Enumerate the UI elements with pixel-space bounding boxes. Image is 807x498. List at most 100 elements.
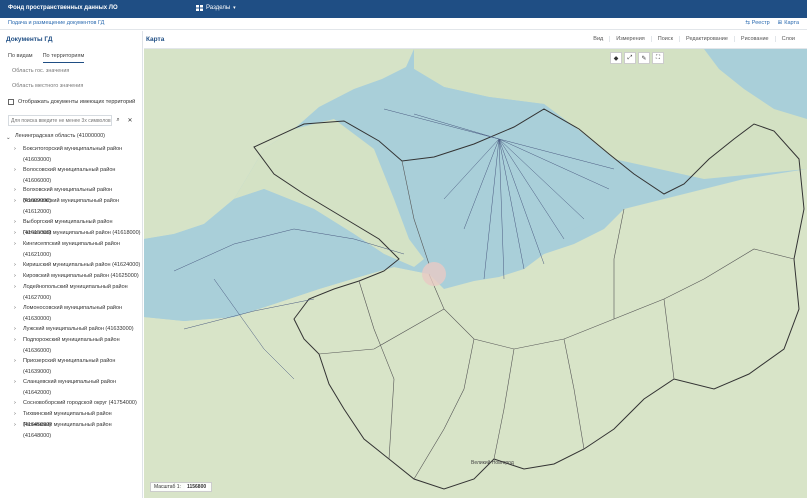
submission-link[interactable]: Подача и размещение документов ГД [8, 20, 104, 26]
registry-link[interactable]: ⇆ Реестр [745, 20, 769, 26]
map-title: Карта [146, 36, 165, 43]
tree-item-label: Лужский муниципальный район (41633000) [23, 326, 134, 332]
chevron-right-icon[interactable]: › [14, 398, 19, 409]
tree-item[interactable]: › Волосовский муниципальный район (416060… [14, 165, 141, 186]
sidebar-title: Документы ГД [6, 36, 53, 43]
map-canvas[interactable]: ◆ ⤢ ✎ ⛶ Великий Новгород Масштаб 1: 1156… [144, 49, 807, 498]
tree-item-label: Бокситогорский муниципальный район (4160… [23, 146, 123, 163]
draw-button[interactable]: ✎ [638, 52, 650, 64]
chevron-right-icon[interactable]: › [14, 260, 19, 271]
caret-down-icon: ▾ [233, 5, 236, 11]
chevron-right-icon[interactable]: › [14, 282, 19, 303]
chevron-right-icon[interactable]: › [14, 356, 19, 377]
tree-item-label: Ломоносовский муниципальный район (41630… [23, 305, 123, 322]
tree-item-label: Кировский муниципальный район (41625000) [23, 273, 139, 279]
chevron-right-icon[interactable]: › [14, 196, 19, 217]
tree-item-label: Приозерский муниципальный район (4163900… [23, 358, 116, 375]
tree-item[interactable]: › Киришский муниципальный район (41624000… [14, 260, 141, 271]
scale-value[interactable]: 1156800 [184, 484, 209, 490]
top-bar: Фонд пространственных данных ЛО Разделы … [0, 0, 807, 18]
tab-by-territory[interactable]: По территориям [42, 53, 85, 63]
tree-root[interactable]: ⌄ Ленинградская область (41000000) [6, 133, 105, 144]
checkbox-label: Отображать документы имеющих территорий [18, 99, 136, 105]
search-button[interactable]: ⌕ [112, 115, 124, 126]
tree-item-label: Тосненский муниципальный район (41648000… [23, 422, 112, 439]
map-graphic [144, 49, 807, 498]
tree-item[interactable]: › Гатчинский муниципальный район (4161800… [14, 228, 141, 239]
tree-item[interactable]: › Подпорожский муниципальный район (41636… [14, 335, 141, 356]
registry-label: Реестр [751, 20, 770, 26]
show-documents-checkbox-row[interactable]: Отображать документы имеющих территорий [8, 99, 135, 105]
map-link[interactable]: ⊞ Карта [778, 20, 799, 26]
city-spb [422, 262, 446, 286]
place-label: Великий Новгород [471, 460, 514, 466]
chevron-right-icon[interactable]: › [14, 271, 19, 282]
chevron-right-icon[interactable]: › [14, 303, 19, 324]
map-icon: ⊞ [777, 20, 783, 26]
tool-search[interactable]: Поиск [650, 36, 679, 42]
ruler-icon: ⤢ [627, 54, 633, 61]
app-title[interactable]: Фонд пространственных данных ЛО [8, 5, 118, 11]
chevron-right-icon[interactable]: › [14, 228, 19, 239]
map-header: Карта Вид Измерения Поиск Редактирование… [144, 31, 807, 49]
sections-label: Разделы [206, 5, 231, 11]
chevron-right-icon[interactable]: › [14, 239, 19, 260]
tree-item[interactable]: › Приозерский муниципальный район (416390… [14, 356, 141, 377]
measure-button[interactable]: ⤢ [624, 52, 636, 64]
chevron-right-icon[interactable]: › [14, 324, 19, 335]
tree-item-label: Гатчинский муниципальный район (41618000… [23, 230, 141, 236]
tool-layers[interactable]: Слои [774, 36, 801, 42]
search-icon: ⌕ [116, 117, 120, 123]
tree-item-label: Всеволожский муниципальный район (416120… [23, 198, 119, 215]
close-icon: ✕ [127, 118, 133, 124]
tree-item[interactable]: › Кировский муниципальный район (41625000… [14, 271, 141, 282]
sections-menu[interactable]: Разделы ▾ [196, 5, 236, 11]
filter-regional[interactable]: Область гос. значения [12, 68, 69, 74]
chevron-right-icon[interactable]: › [14, 165, 19, 186]
tree-item[interactable]: › Тосненский муниципальный район (4164800… [14, 420, 141, 441]
tool-measure[interactable]: Измерения [609, 36, 651, 42]
chevron-right-icon[interactable]: › [14, 377, 19, 398]
map-toolbar: Вид Измерения Поиск Редактирование Рисов… [587, 36, 801, 42]
tree-item-label: Сосновоборский городской округ (41754000… [23, 400, 137, 406]
tool-view[interactable]: Вид [587, 36, 609, 42]
map-controls: ◆ ⤢ ✎ ⛶ [610, 52, 664, 64]
tree-item-label: Киришский муниципальный район (41624000) [23, 262, 141, 268]
tree-item[interactable]: › Всеволожский муниципальный район (41612… [14, 196, 141, 217]
sidebar-tabs: По видам По территориям [8, 53, 85, 63]
tree-item[interactable]: › Кингисеппский муниципальный район (4162… [14, 239, 141, 260]
documents-sidebar: Документы ГД По видам По территориям Обл… [0, 31, 143, 498]
show-documents-checkbox[interactable] [8, 99, 14, 105]
tree-item-label: Кингисеппский муниципальный район (41621… [23, 241, 120, 258]
clear-button[interactable]: ✕ [124, 115, 136, 126]
chevron-right-icon[interactable]: › [14, 335, 19, 356]
tool-draw[interactable]: Рисование [733, 36, 775, 42]
tree-item[interactable]: › Сланцевский муниципальный район (416420… [14, 377, 141, 398]
tree-item[interactable]: › Бокситогорский муниципальный район (416… [14, 144, 141, 165]
grid-icon [196, 5, 203, 11]
tree-item[interactable]: › Лодейнопольский муниципальный район (41… [14, 282, 141, 303]
layers-icon: ◆ [613, 55, 619, 62]
fullscreen-button[interactable]: ⛶ [652, 52, 664, 64]
registry-icon: ⇆ [745, 20, 750, 26]
tree-item[interactable]: › Ломоносовский муниципальный район (4163… [14, 303, 141, 324]
filter-local[interactable]: Область местного значения [12, 83, 83, 89]
search-row: ⌕ ✕ [8, 115, 139, 126]
scale-indicator: Масштаб 1: 1156800 [150, 482, 213, 492]
chevron-right-icon[interactable]: › [14, 144, 19, 165]
chevron-down-icon[interactable]: ⌄ [6, 133, 11, 144]
map-link-label: Карта [784, 20, 799, 26]
tree-item[interactable]: › Лужский муниципальный район (41633000) [14, 324, 141, 335]
tree-item[interactable]: › Сосновоборский городской округ (4175400… [14, 398, 141, 409]
sub-bar: Подача и размещение документов ГД ⇆ Реес… [0, 18, 807, 30]
tree-item-label: Сланцевский муниципальный район (4164200… [23, 379, 117, 396]
tree-item-label: Лодейнопольский муниципальный район (416… [23, 284, 128, 301]
layers-button[interactable]: ◆ [610, 52, 622, 64]
tool-edit[interactable]: Редактирование [679, 36, 734, 42]
chevron-right-icon[interactable]: › [14, 420, 19, 441]
tree-root-label: Ленинградская область (41000000) [15, 133, 106, 139]
tab-by-type[interactable]: По видам [8, 53, 33, 63]
tree-item-label: Волосовский муниципальный район (4160600… [23, 167, 116, 184]
scale-label: Масштаб 1: [154, 484, 181, 490]
search-input[interactable] [8, 115, 112, 126]
